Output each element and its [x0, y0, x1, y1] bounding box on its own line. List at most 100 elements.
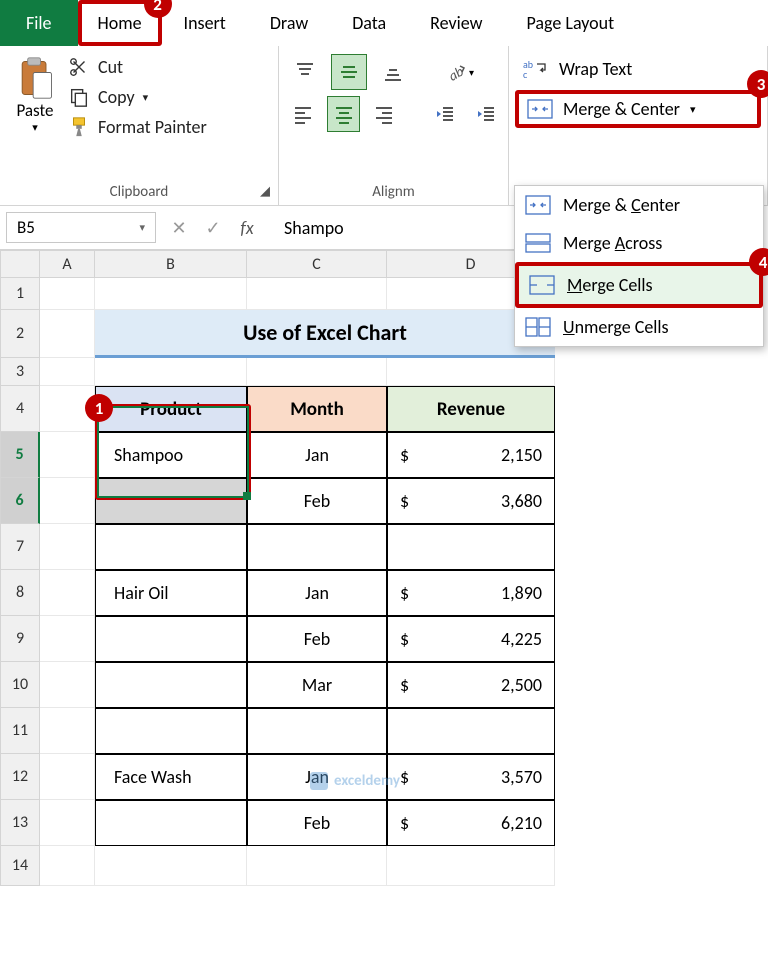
header-month[interactable]: Month: [247, 386, 387, 432]
row-header-6[interactable]: 6: [0, 478, 40, 524]
row-header-11[interactable]: 11: [0, 708, 40, 754]
orientation-button[interactable]: ab▾: [441, 54, 477, 90]
cell-c13[interactable]: Feb: [247, 800, 387, 846]
merge-center-button[interactable]: Merge & Center ▾: [515, 90, 761, 128]
row-header-8[interactable]: 8: [0, 570, 40, 616]
row-header-9[interactable]: 9: [0, 616, 40, 662]
ribbon-tabs: File Home 2 Insert Draw Data Review Page…: [0, 0, 768, 46]
cell-d5[interactable]: $2,150: [387, 432, 555, 478]
cell-c6[interactable]: Feb: [247, 478, 387, 524]
tab-draw[interactable]: Draw: [248, 0, 330, 46]
title-cell[interactable]: Use of Excel Chart: [95, 310, 555, 358]
cell-d7[interactable]: [387, 524, 555, 570]
cell-b5[interactable]: Shampoo: [95, 432, 247, 478]
cell-d12[interactable]: $3,570: [387, 754, 555, 800]
group-merge: abc Wrap Text Merge & Center ▾ 3: [509, 46, 768, 205]
row-header-2[interactable]: 2: [0, 310, 40, 358]
tab-insert[interactable]: Insert: [162, 0, 248, 46]
align-right[interactable]: [368, 96, 400, 132]
cell-d8[interactable]: $1,890: [387, 570, 555, 616]
row-header-13[interactable]: 13: [0, 800, 40, 846]
name-box[interactable]: B5 ▾: [6, 212, 156, 243]
cell-b12[interactable]: Face Wash: [95, 754, 247, 800]
cut-button[interactable]: Cut: [68, 56, 207, 78]
tab-data[interactable]: Data: [330, 0, 408, 46]
row-header-12[interactable]: 12: [0, 754, 40, 800]
group-clipboard: Paste ▾ Cut Copy ▾ Format Painter C: [0, 46, 279, 205]
dd-merge-cells[interactable]: Merge Cells: [515, 262, 763, 308]
watermark: exceldemy: [310, 772, 400, 790]
alignment-group-label: Alignm: [279, 183, 508, 201]
format-painter-button[interactable]: Format Painter: [68, 116, 207, 138]
annotation-badge-3: 3: [747, 70, 768, 98]
merge-dropdown: Merge & Center Merge Across Merge Cells …: [514, 185, 764, 347]
row-header-3[interactable]: 3: [0, 358, 40, 386]
col-header-b[interactable]: B: [95, 250, 247, 278]
fb-enter[interactable]: ✓: [196, 217, 230, 239]
paste-label: Paste: [17, 100, 54, 121]
row-header-4[interactable]: 4: [0, 386, 40, 432]
cell-b6[interactable]: [95, 478, 247, 524]
paste-button[interactable]: Paste ▾: [6, 50, 64, 138]
format-painter-icon: [68, 116, 90, 138]
cell-d10[interactable]: $2,500: [387, 662, 555, 708]
cell-b7[interactable]: [95, 524, 247, 570]
paste-icon: [16, 56, 54, 100]
merge-across-icon: [525, 233, 551, 253]
align-left[interactable]: [287, 96, 319, 132]
cell-b8[interactable]: Hair Oil: [95, 570, 247, 616]
copy-label: Copy: [98, 86, 135, 108]
cell-d9[interactable]: $4,225: [387, 616, 555, 662]
header-product[interactable]: Product: [95, 386, 247, 432]
unmerge-icon: [525, 317, 551, 337]
cell-c9[interactable]: Feb: [247, 616, 387, 662]
col-header-c[interactable]: C: [247, 250, 387, 278]
increase-indent[interactable]: [469, 96, 501, 132]
cell-c10[interactable]: Mar: [247, 662, 387, 708]
dd-unmerge-label: Unmerge Cells: [563, 316, 669, 338]
cell-c7[interactable]: [247, 524, 387, 570]
tab-review[interactable]: Review: [408, 0, 504, 46]
dd-merge-center[interactable]: Merge & Center: [515, 186, 763, 224]
merge-cells-icon: [529, 275, 555, 295]
tab-page-layout[interactable]: Page Layout: [505, 0, 637, 46]
cell-d6[interactable]: $3,680: [387, 478, 555, 524]
fb-cancel[interactable]: ✕: [162, 217, 196, 239]
row-header-14[interactable]: 14: [0, 846, 40, 886]
cut-label: Cut: [98, 56, 123, 78]
cell-b13[interactable]: [95, 800, 247, 846]
row-header-10[interactable]: 10: [0, 662, 40, 708]
decrease-indent[interactable]: [429, 96, 461, 132]
dd-merge-across[interactable]: Merge Across: [515, 224, 763, 262]
col-header-a[interactable]: A: [40, 250, 95, 278]
wrap-text-button[interactable]: abc Wrap Text: [515, 54, 761, 84]
dd-merge-center-label: Merge & Center: [563, 194, 680, 216]
cell-c5[interactable]: Jan: [247, 432, 387, 478]
align-bottom[interactable]: [375, 54, 411, 90]
row-header-5[interactable]: 5: [0, 432, 40, 478]
dd-merge-cells-label: Merge Cells: [567, 274, 653, 296]
align-top[interactable]: [287, 54, 323, 90]
dd-unmerge[interactable]: Unmerge Cells: [515, 308, 763, 346]
align-center[interactable]: [327, 96, 359, 132]
cell-c11[interactable]: [247, 708, 387, 754]
cell-b11[interactable]: [95, 708, 247, 754]
cell-d11[interactable]: [387, 708, 555, 754]
select-all-corner[interactable]: [0, 250, 40, 278]
cell-d13[interactable]: $6,210: [387, 800, 555, 846]
clipboard-launcher[interactable]: ◢: [260, 184, 270, 199]
cell-c8[interactable]: Jan: [247, 570, 387, 616]
copy-button[interactable]: Copy ▾: [68, 86, 207, 108]
fb-fx[interactable]: fx: [230, 217, 264, 239]
align-middle[interactable]: [331, 54, 367, 90]
row-header-7[interactable]: 7: [0, 524, 40, 570]
row-header-1[interactable]: 1: [0, 278, 40, 310]
svg-text:ab: ab: [446, 63, 467, 84]
tab-file[interactable]: File: [0, 0, 78, 46]
header-revenue[interactable]: Revenue: [387, 386, 555, 432]
cell-b9[interactable]: [95, 616, 247, 662]
formula-content[interactable]: Shampo: [264, 217, 344, 239]
merge-center-icon: [525, 195, 551, 215]
tab-home[interactable]: Home 2: [78, 0, 162, 46]
cell-b10[interactable]: [95, 662, 247, 708]
